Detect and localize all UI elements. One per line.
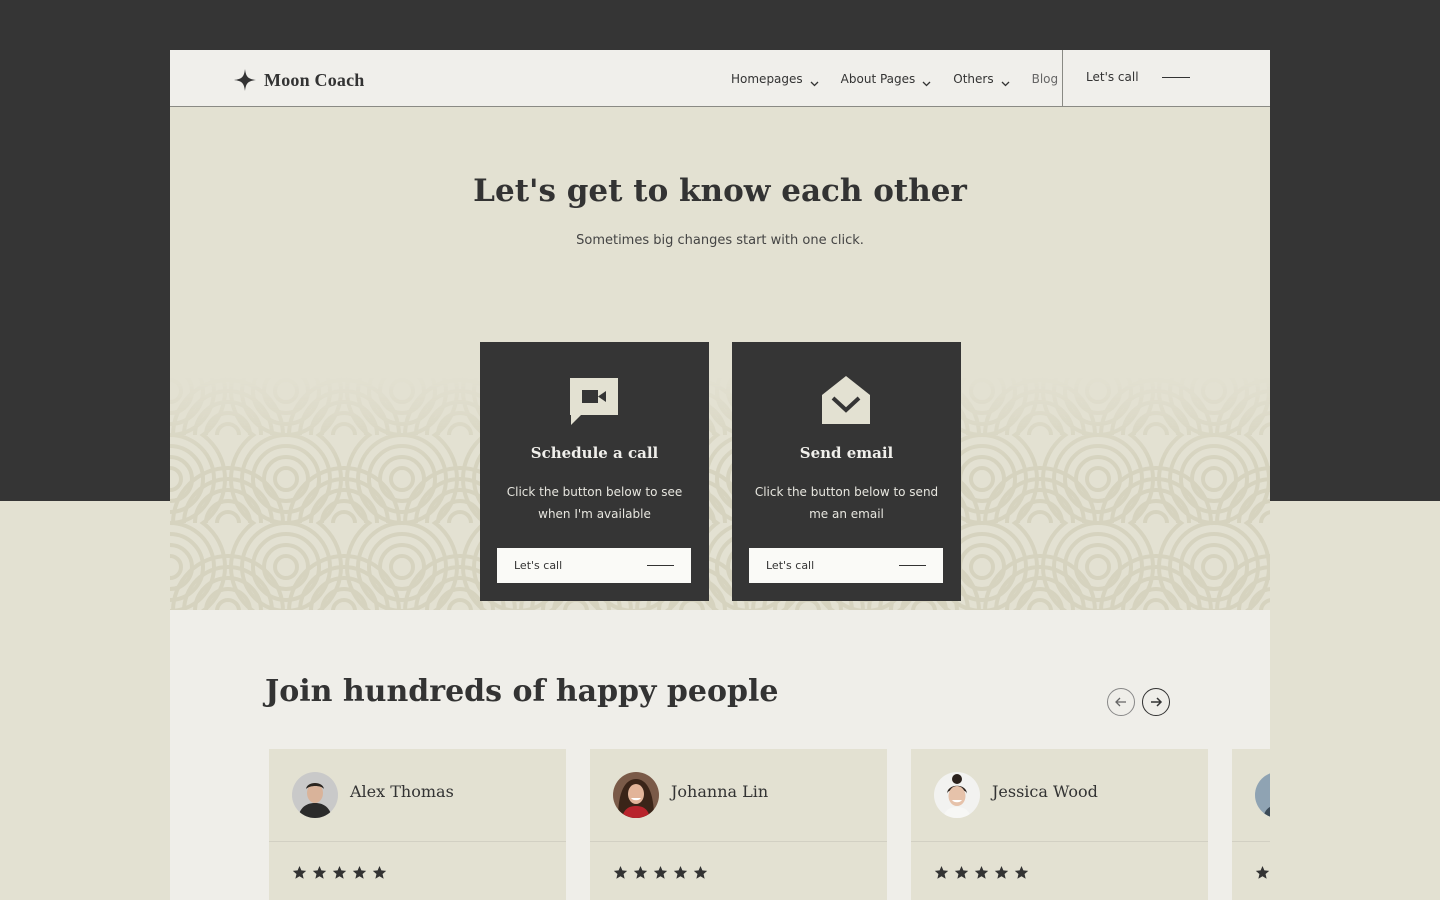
star-icon <box>312 865 327 880</box>
chevron-down-icon <box>922 76 931 87</box>
nav-item-about-pages[interactable]: About Pages <box>840 72 932 87</box>
star-icon <box>994 865 1009 880</box>
arrow-left-icon <box>1114 695 1128 709</box>
site-frame: Moon Coach Homepages About Pages Others … <box>170 50 1270 900</box>
star-icon <box>352 865 367 880</box>
schedule-call-button[interactable]: Let's call <box>497 548 691 583</box>
star-icon <box>974 865 989 880</box>
nav-item-label: About Pages <box>840 72 916 86</box>
testimonial-header: Alex Thomas <box>269 749 566 842</box>
dash-line-icon <box>1161 76 1190 78</box>
chevron-down-icon <box>810 76 819 87</box>
star-icon <box>653 865 668 880</box>
video-chat-icon <box>568 374 620 426</box>
testimonial-header <box>1232 749 1270 842</box>
star-icon <box>1014 865 1029 880</box>
avatar <box>934 772 980 818</box>
site-header: Moon Coach Homepages About Pages Others … <box>170 50 1270 107</box>
avatar <box>613 772 659 818</box>
reviewer-name: Jessica Wood <box>992 782 1098 801</box>
section-title: Join hundreds of happy people <box>265 674 779 709</box>
star-rating <box>613 865 713 880</box>
star-icon <box>332 865 347 880</box>
nav-item-blog[interactable]: Blog <box>1032 72 1059 86</box>
carousel-next-button[interactable] <box>1142 688 1170 716</box>
avatar <box>292 772 338 818</box>
button-label: Let's call <box>514 559 563 572</box>
nav-item-label: Homepages <box>731 72 803 86</box>
star-icon <box>954 865 969 880</box>
carousel-prev-button[interactable] <box>1107 688 1135 716</box>
arrow-right-icon <box>1149 695 1163 709</box>
testimonial-card: Alex Thomas <box>269 749 566 900</box>
chevron-down-icon <box>1001 76 1010 87</box>
testimonial-header: Jessica Wood <box>911 749 1208 842</box>
card-title: Schedule a call <box>530 444 659 462</box>
brand-name: Moon Coach <box>264 69 365 90</box>
envelope-icon <box>820 374 872 426</box>
star-rating <box>1255 865 1270 880</box>
nav-item-homepages[interactable]: Homepages <box>731 72 819 87</box>
reviewer-name: Johanna Lin <box>671 782 769 801</box>
header-cta-label: Let's call <box>1086 70 1139 84</box>
dash-line-icon <box>899 565 926 566</box>
star-icon <box>693 865 708 880</box>
star-icon <box>633 865 648 880</box>
testimonials-section: Join hundreds of happy people Alex Thoma… <box>170 610 1270 900</box>
star-icon <box>934 865 949 880</box>
hero-subtitle: Sometimes big changes start with one cli… <box>576 233 864 248</box>
header-lets-call-button[interactable]: Let's call <box>1086 70 1190 84</box>
testimonial-card: Jessica Wood <box>911 749 1208 900</box>
main-nav: Homepages About Pages Others Blog <box>731 70 1058 88</box>
contact-hero: Let's get to know each other Sometimes b… <box>170 107 1270 610</box>
send-email-button[interactable]: Let's call <box>749 548 943 583</box>
card-text: Click the button below to send me an ema… <box>754 485 939 521</box>
star-icon <box>1255 865 1270 880</box>
four-point-star-icon <box>233 68 257 92</box>
star-icon <box>673 865 688 880</box>
brand-logo[interactable]: Moon Coach <box>233 66 365 94</box>
hero-title: Let's get to know each other <box>473 173 967 209</box>
star-icon <box>372 865 387 880</box>
wave-pattern-background <box>170 377 1270 610</box>
card-text: Click the button below to see when I'm a… <box>506 485 683 521</box>
dash-line-icon <box>647 565 674 566</box>
nav-item-label: Others <box>953 72 994 86</box>
testimonial-card: Johanna Lin <box>590 749 887 900</box>
star-icon <box>613 865 628 880</box>
avatar <box>1255 772 1270 818</box>
testimonial-card <box>1232 749 1270 900</box>
schedule-call-card: Schedule a call Click the button below t… <box>480 342 709 601</box>
nav-item-label: Blog <box>1031 72 1059 86</box>
nav-item-others[interactable]: Others <box>953 72 1010 87</box>
header-divider <box>1062 50 1063 107</box>
star-rating <box>934 865 1034 880</box>
reviewer-name: Alex Thomas <box>350 782 454 801</box>
star-rating <box>292 865 392 880</box>
card-title: Send email <box>799 444 894 462</box>
testimonial-header: Johanna Lin <box>590 749 887 842</box>
star-icon <box>292 865 307 880</box>
button-label: Let's call <box>766 559 815 572</box>
send-email-card: Send email Click the button below to sen… <box>732 342 961 601</box>
